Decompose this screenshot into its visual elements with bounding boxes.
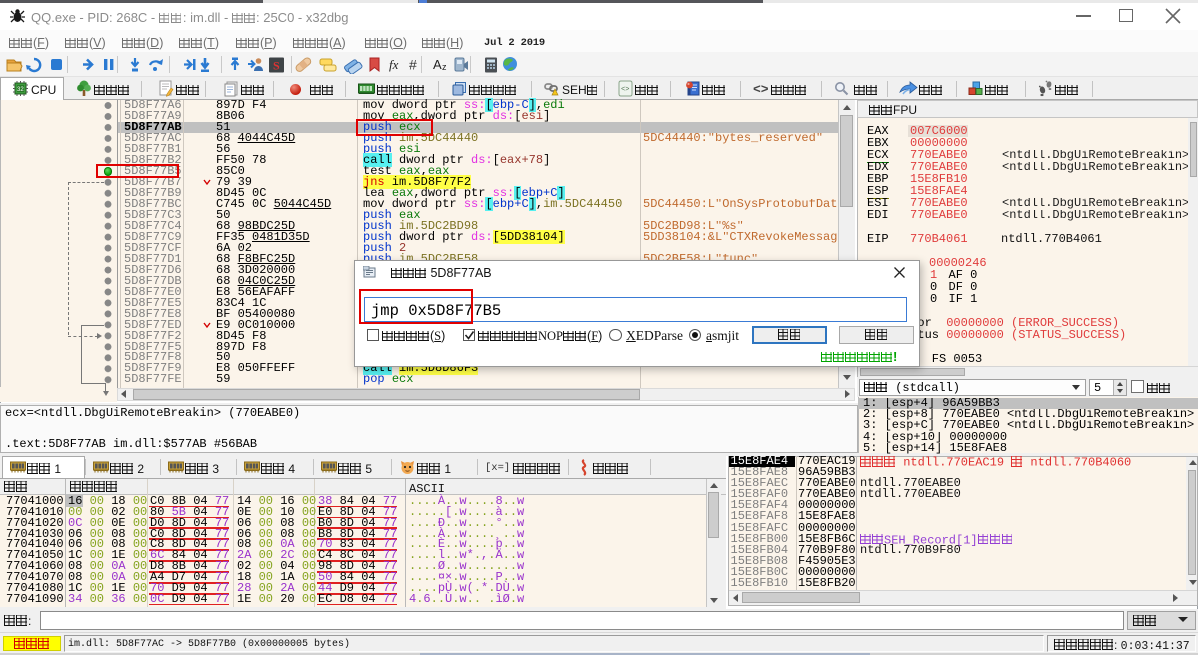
svg-text:z: z: [442, 62, 447, 72]
svg-text:32: 32: [17, 87, 24, 93]
svg-text:fx: fx: [389, 57, 399, 72]
svg-text:A: A: [433, 57, 442, 72]
svg-text:S: S: [273, 59, 280, 73]
svg-text:<>: <>: [621, 86, 629, 94]
svg-text:#: #: [409, 57, 417, 73]
